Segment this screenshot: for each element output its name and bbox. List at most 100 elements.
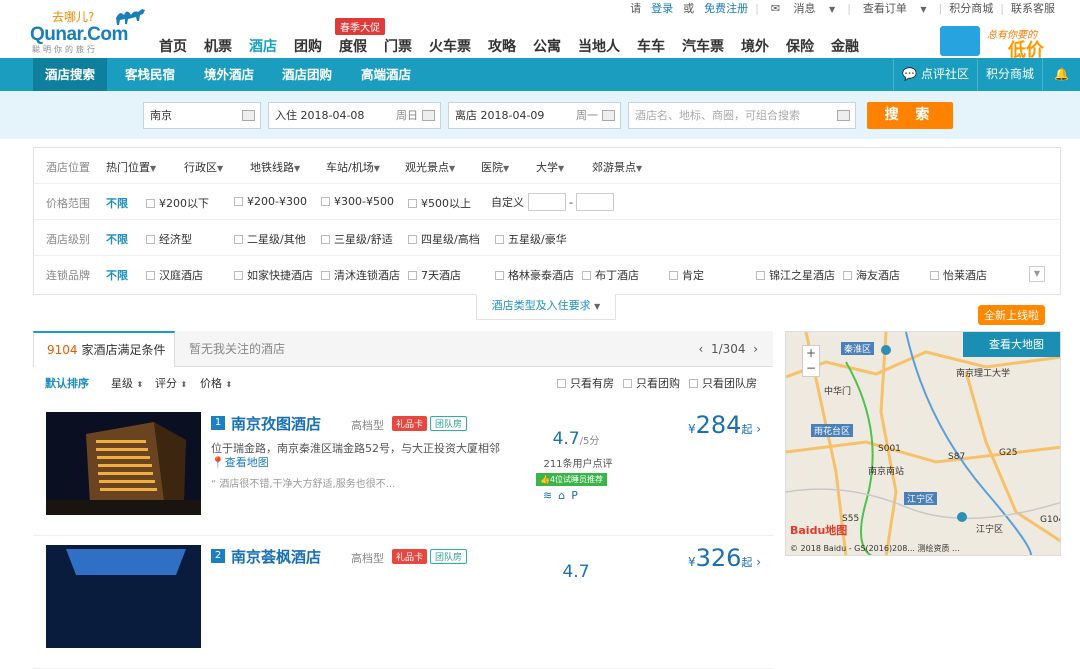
app-ad-banner[interactable]: 总有你要的 低价 — [940, 22, 1060, 61]
nav-finance[interactable]: 金融 — [831, 36, 859, 56]
nav-cars[interactable]: 车车 — [637, 36, 665, 56]
map-widget[interactable]: 查看大地图 + − 秦淮区 雨花台区 江宁区 南京理工大学 南京南站 中华门 江宁… — [785, 331, 1061, 556]
checkbox[interactable] — [843, 271, 852, 280]
keyword-input[interactable]: 酒店名、地标、商圈，可组合搜索 — [628, 102, 856, 129]
contact-link[interactable]: 联系客服 — [1011, 0, 1055, 16]
calendar-icon[interactable] — [422, 110, 435, 121]
more-filters-toggle[interactable]: 酒店类型及入住要求 ▼ — [476, 294, 616, 320]
checkbox[interactable] — [582, 271, 591, 280]
nav-home[interactable]: 首页 — [159, 36, 187, 56]
nav-group[interactable]: 团购 — [294, 36, 322, 56]
chevron-down-icon[interactable]: ▼ — [1029, 266, 1045, 282]
tab-followed[interactable]: 暂无我关注的酒店 — [189, 331, 285, 367]
star-option[interactable]: 四星级/高档 — [408, 231, 480, 247]
price-option[interactable]: ¥200-¥300 — [234, 195, 307, 208]
sort-default[interactable]: 默认排序 — [45, 375, 89, 391]
next-page-icon[interactable]: › — [753, 342, 758, 356]
subnav-hotel-search[interactable]: 酒店搜索 — [33, 58, 107, 91]
filter-sights[interactable]: 观光景点▼ — [405, 159, 455, 175]
checkbox[interactable] — [146, 199, 155, 208]
checkbox[interactable] — [321, 197, 330, 206]
nav-vacation[interactable]: 度假 — [339, 36, 367, 56]
filter-hot-location[interactable]: 热门位置▼ — [106, 159, 156, 175]
price-max-input[interactable] — [576, 193, 615, 211]
nav-bus[interactable]: 汽车票 — [682, 36, 724, 56]
checkbox[interactable] — [623, 379, 632, 388]
subnav-inns[interactable]: 客栈民宿 — [125, 58, 175, 91]
filter-station[interactable]: 车站/机场▼ — [326, 159, 380, 175]
zoom-in-icon[interactable]: + — [803, 346, 819, 361]
chain-option[interactable]: 锦江之星酒店 — [756, 267, 835, 283]
prev-page-icon[interactable]: ‹ — [699, 342, 704, 356]
chain-option[interactable]: 布丁酒店 — [582, 267, 639, 283]
view-map-link[interactable]: 📍查看地图 — [211, 454, 269, 470]
chain-option[interactable]: 7天酒店 — [408, 267, 461, 283]
nav-apartments[interactable]: 公寓 — [533, 36, 561, 56]
checkout-input[interactable]: 离店 2018-04-09 周一 — [448, 102, 621, 129]
nav-locals[interactable]: 当地人 — [578, 36, 620, 56]
price-option[interactable]: ¥500以上 — [408, 195, 471, 211]
star-option[interactable]: 三星级/舒适 — [321, 231, 393, 247]
hotel-photo[interactable] — [46, 545, 201, 648]
star-option[interactable]: 五星级/豪华 — [495, 231, 567, 247]
only-available[interactable]: 只看有房 — [557, 375, 614, 391]
chain-option[interactable]: 海友酒店 — [843, 267, 900, 283]
chain-option[interactable]: 如家快捷酒店 — [234, 267, 313, 283]
city-picker-icon[interactable] — [242, 110, 255, 121]
review-count[interactable]: 211条用户点评 — [538, 455, 618, 470]
checkbox[interactable] — [234, 235, 243, 244]
price-min-input[interactable] — [527, 193, 566, 211]
filter-metro[interactable]: 地铁线路▼ — [250, 159, 300, 175]
checkbox[interactable] — [756, 271, 765, 280]
filter-university[interactable]: 大学▼ — [536, 159, 564, 175]
checkbox[interactable] — [557, 379, 566, 388]
filter-suburban[interactable]: 郊游景点▼ — [592, 159, 642, 175]
checkbox[interactable] — [146, 235, 155, 244]
nav-overseas[interactable]: 境外 — [741, 36, 769, 56]
chain-option[interactable]: 汉庭酒店 — [146, 267, 203, 283]
star-option[interactable]: 经济型 — [146, 231, 192, 247]
nav-flights[interactable]: 机票 — [204, 36, 232, 56]
subnav-group[interactable]: 酒店团购 — [282, 58, 332, 91]
points-mall-link[interactable]: 积分商城 — [976, 58, 1042, 91]
promo-badge[interactable]: 春季大促 — [335, 18, 385, 35]
hotel-name[interactable]: 南京荟枫酒店 — [231, 546, 321, 567]
star-nolimit[interactable]: 不限 — [106, 231, 128, 247]
nav-guides[interactable]: 攻略 — [488, 36, 516, 56]
filter-hospital[interactable]: 医院▼ — [481, 159, 509, 175]
nav-tickets[interactable]: 门票 — [384, 36, 412, 56]
checkbox[interactable] — [321, 235, 330, 244]
price-nolimit[interactable]: 不限 — [106, 195, 128, 211]
checkbox[interactable] — [146, 271, 155, 280]
subnav-overseas[interactable]: 境外酒店 — [204, 58, 254, 91]
tab-all-hotels[interactable]: 9104 家酒店满足条件 — [33, 331, 175, 367]
chain-option[interactable]: 肯定 — [669, 267, 704, 283]
filter-district[interactable]: 行政区▼ — [184, 159, 223, 175]
messages-link[interactable]: ✉ 消息 ▼ — [766, 0, 840, 16]
subnav-luxury[interactable]: 高端酒店 — [361, 58, 411, 91]
orders-link[interactable]: 查看订单 ▼ — [858, 0, 932, 16]
search-button[interactable]: 搜 索 — [867, 102, 953, 129]
qunar-logo[interactable]: 去哪儿? Qunar.Com 聪明你的旅行 — [30, 6, 148, 54]
login-link[interactable]: 登录 — [651, 0, 673, 16]
bell-icon[interactable]: 🔔 — [1042, 58, 1080, 91]
zoom-out-icon[interactable]: − — [803, 361, 819, 376]
only-team-rooms[interactable]: 只看团队房 — [689, 375, 757, 391]
only-group[interactable]: 只看团购 — [623, 375, 680, 391]
price-option[interactable]: ¥300-¥500 — [321, 195, 394, 208]
checkbox[interactable] — [495, 271, 504, 280]
hotel-price[interactable]: ¥284起 › — [688, 411, 761, 439]
nav-train[interactable]: 火车票 — [429, 36, 471, 56]
hotel-photo[interactable] — [46, 412, 201, 515]
chain-option[interactable]: 格林豪泰酒店 — [495, 267, 574, 283]
view-large-map-button[interactable]: 查看大地图 — [963, 332, 1060, 357]
points-link[interactable]: 积分商城 — [949, 0, 993, 16]
keyword-picker-icon[interactable] — [837, 110, 850, 121]
nav-hotels[interactable]: 酒店 — [249, 36, 277, 56]
star-option[interactable]: 二星级/其他 — [234, 231, 306, 247]
checkbox[interactable] — [930, 271, 939, 280]
checkbox[interactable] — [234, 271, 243, 280]
chain-nolimit[interactable]: 不限 — [106, 267, 128, 283]
hotel-name[interactable]: 南京孜图酒店 — [231, 413, 321, 434]
checkbox[interactable] — [408, 235, 417, 244]
